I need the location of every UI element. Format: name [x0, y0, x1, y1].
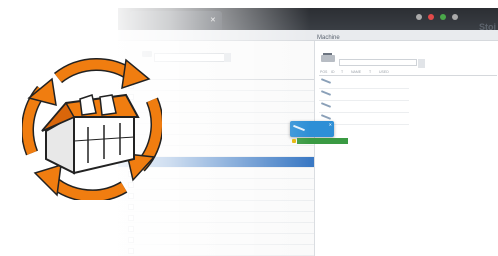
- tool-icon: [320, 90, 332, 96]
- table-row[interactable]: [118, 212, 314, 223]
- table-row[interactable]: [118, 245, 314, 256]
- table-row[interactable]: [118, 223, 314, 234]
- column-header[interactable]: POS: [320, 70, 327, 74]
- table-row[interactable]: [118, 201, 314, 212]
- machine-pane: Machine POS ID T NAME T USED: [315, 35, 498, 256]
- list-item[interactable]: [319, 77, 409, 89]
- library-select[interactable]: [154, 53, 226, 62]
- screenshot-stage: ✕ Stoi Machine POS ID T NAME T USED ✕: [0, 0, 498, 256]
- close-icon[interactable]: ✕: [329, 122, 332, 127]
- machine-icon: [321, 53, 335, 64]
- row-checkbox[interactable]: [128, 237, 134, 243]
- column-header[interactable]: NAME: [351, 70, 361, 74]
- list-item[interactable]: [319, 101, 409, 113]
- settings-icon[interactable]: [452, 14, 458, 20]
- chevron-down-icon[interactable]: [418, 59, 425, 68]
- row-checkbox[interactable]: [128, 248, 134, 254]
- notification-icon[interactable]: [428, 14, 434, 20]
- list-item[interactable]: [319, 89, 409, 101]
- column-header[interactable]: T: [341, 70, 343, 74]
- row-checkbox[interactable]: [128, 226, 134, 232]
- tool-icon: [320, 114, 332, 120]
- column-header[interactable]: USED: [379, 70, 389, 74]
- machine-select[interactable]: [339, 59, 417, 66]
- titlebar-icons: [416, 14, 458, 20]
- refresh-cycle-logo-icon: [22, 58, 162, 200]
- hint-icon: [292, 139, 296, 143]
- pane-title: Machine: [317, 35, 340, 41]
- tool-icon: [320, 102, 332, 108]
- tool-icon: [320, 78, 332, 84]
- chevron-down-icon[interactable]: [224, 53, 231, 62]
- close-icon[interactable]: ✕: [210, 11, 216, 30]
- tool-icon: [293, 124, 305, 132]
- table-row[interactable]: [118, 234, 314, 245]
- column-header[interactable]: T: [369, 70, 371, 74]
- drop-hint: [297, 138, 348, 144]
- machine-tool-list: [319, 77, 409, 125]
- machine-table-header: POS ID T NAME T USED: [319, 70, 497, 76]
- row-checkbox[interactable]: [128, 204, 134, 210]
- row-checkbox[interactable]: [128, 215, 134, 221]
- window-icon[interactable]: [416, 14, 422, 20]
- toolbar: [118, 30, 498, 41]
- column-header[interactable]: ID: [331, 70, 335, 74]
- status-icon[interactable]: [440, 14, 446, 20]
- document-tab[interactable]: ✕: [130, 11, 222, 30]
- dragged-tool-card[interactable]: ✕: [290, 121, 334, 137]
- title-bar: ✕ Stoi: [118, 8, 498, 32]
